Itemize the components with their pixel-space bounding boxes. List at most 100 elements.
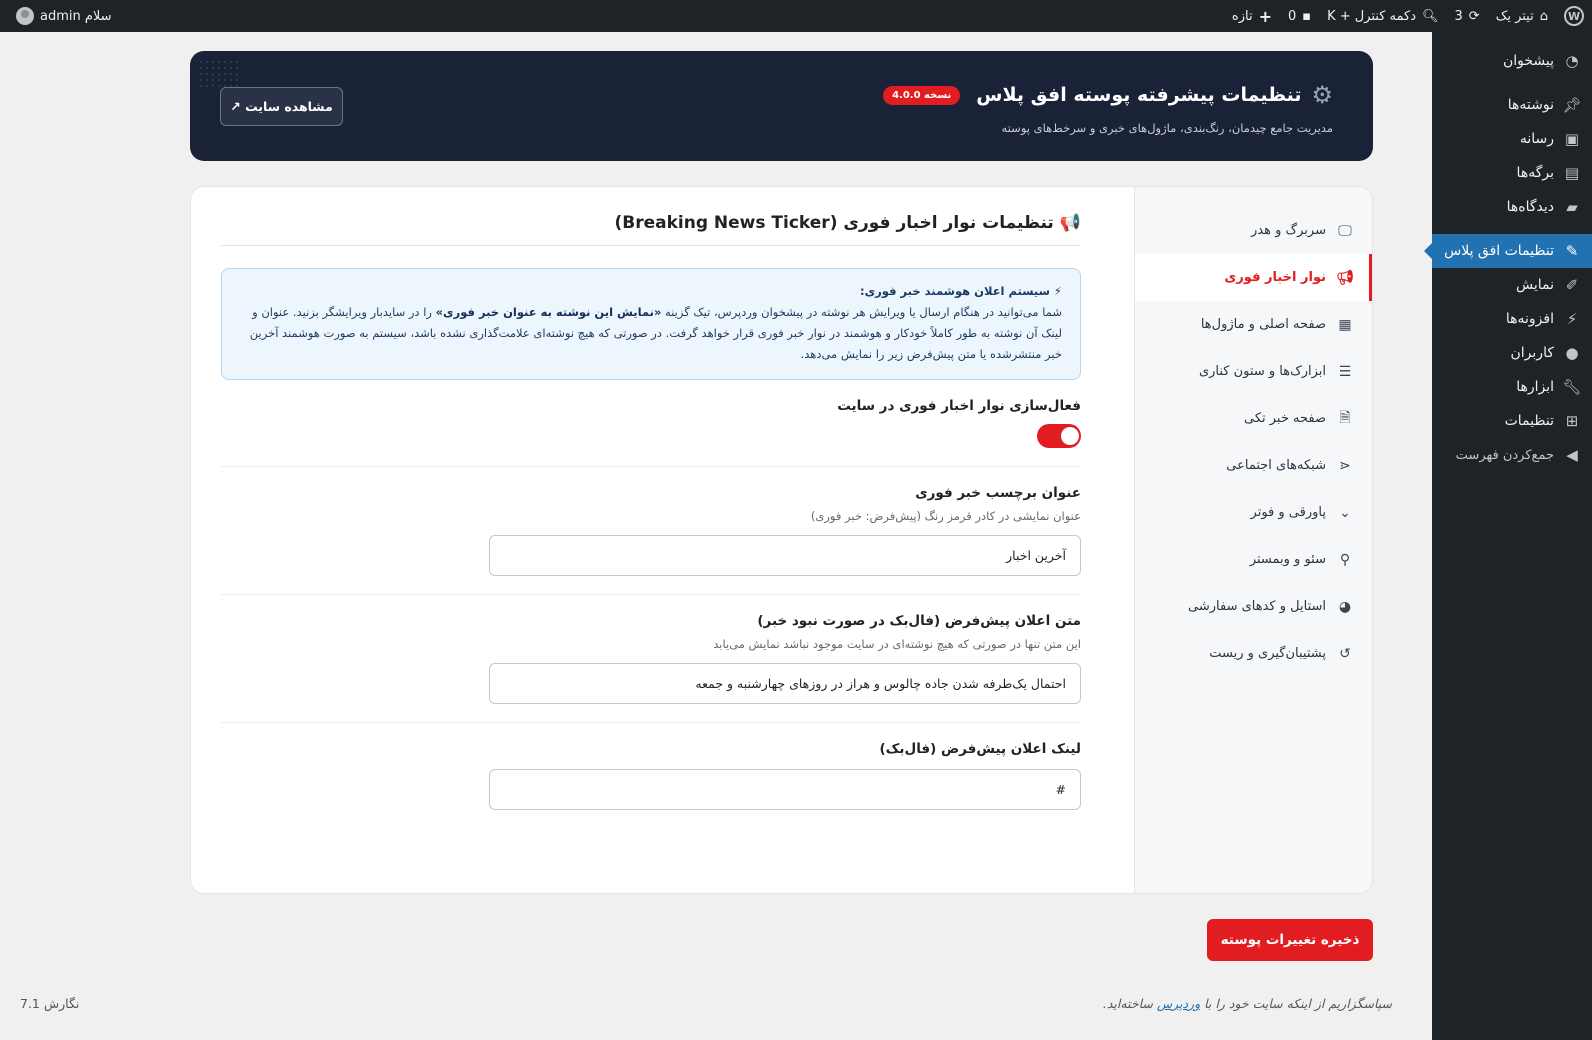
megaphone-icon: 📢 bbox=[1059, 213, 1081, 233]
new-label: تازه bbox=[1231, 8, 1253, 24]
menu-item-settings[interactable]: ⊞ تنظیمات bbox=[1432, 404, 1592, 438]
comment-icon: ▪ bbox=[1302, 8, 1312, 24]
layout-icon: ▦ bbox=[1338, 316, 1352, 333]
info-box: ⚡ سیستم اعلان هوشمند خبر فوری: شما می‌تو… bbox=[221, 268, 1081, 380]
section-title-text: تنظیمات نوار اخبار فوری (Breaking News T… bbox=[614, 213, 1054, 233]
field-label: عنوان برچسب خبر فوری bbox=[915, 485, 1081, 501]
menu-item-comments[interactable]: ▰ دیدگاه‌ها bbox=[1432, 190, 1592, 224]
settings-panel: 🖵 سربرگ و هدر 📢︎ نوار اخبار فوری ▦ صفحه … bbox=[190, 186, 1373, 894]
document-icon: 🗎 bbox=[1339, 409, 1351, 426]
dashboard-icon: ◔ bbox=[1565, 52, 1579, 70]
settings-main: 📢 تنظیمات نوار اخبار فوری (Breaking News… bbox=[221, 187, 1081, 828]
fallback-text-input[interactable]: احتمال یک‌طرفه شدن جاده چالوس و هراز در … bbox=[489, 663, 1081, 704]
settings-icon: ⊞ bbox=[1565, 412, 1579, 430]
field-fallback-text: متن اعلان پیش‌فرض (فال‌بک در صورت نبود خ… bbox=[221, 595, 1081, 723]
search-shortcut-label: دکمه کنترل + K bbox=[1327, 8, 1416, 24]
tab-custom-styles[interactable]: ◕ استایل و کدهای سفارشی bbox=[1135, 583, 1372, 630]
account-menu[interactable]: سلام admin bbox=[0, 7, 112, 25]
menu-item-ofogh-settings[interactable]: ✎ تنظیمات افق پلاس bbox=[1424, 234, 1592, 268]
appearance-icon: ✐ bbox=[1565, 276, 1579, 294]
megaphone-icon: 📢︎ bbox=[1336, 269, 1354, 286]
tab-footer[interactable]: ⌄ پاورقی و فوتر bbox=[1135, 489, 1372, 536]
tab-single-post[interactable]: 🗎 صفحه خبر تکی bbox=[1135, 395, 1372, 442]
menu-item-plugins[interactable]: ⚡︎ افزونه‌ها bbox=[1432, 302, 1592, 336]
field-label: لینک اعلان پیش‌فرض (فال‌بک) bbox=[879, 741, 1081, 757]
tab-social[interactable]: ⋖ شبکه‌های اجتماعی bbox=[1135, 442, 1372, 489]
search-icon: 🔍︎ bbox=[1422, 8, 1439, 24]
table-icon: ☰ bbox=[1338, 363, 1352, 380]
comments-count: 0 bbox=[1287, 8, 1297, 24]
field-description: عنوان نمایشی در کادر قرمز رنگ (پیش‌فرض: … bbox=[810, 509, 1081, 523]
share-icon: ⋖ bbox=[1339, 457, 1351, 474]
menu-collapse[interactable]: ◀ جمع‌کردن فهرست bbox=[1432, 438, 1592, 472]
field-enable-ticker: فعال‌سازی نوار اخبار فوری در سایت bbox=[221, 380, 1081, 467]
wordpress-link[interactable]: وردپرس bbox=[1157, 996, 1200, 1011]
comments-icon: ▰ bbox=[1566, 198, 1578, 216]
info-title: ⚡ سیستم اعلان هوشمند خبر فوری: bbox=[859, 284, 1062, 298]
plus-icon: + bbox=[1258, 6, 1272, 26]
menu-item-dashboard[interactable]: ◔ پیشخوان bbox=[1432, 44, 1592, 78]
monitor-icon: 🖵 bbox=[1338, 222, 1352, 239]
fallback-link-input[interactable]: # bbox=[489, 769, 1081, 810]
tab-backup-reset[interactable]: ↺ پشتیبان‌گیری و ریست bbox=[1135, 630, 1372, 677]
field-label: متن اعلان پیش‌فرض (فال‌بک در صورت نبود خ… bbox=[757, 613, 1081, 629]
media-icon: ▣ bbox=[1564, 130, 1580, 148]
info-text: شما می‌توانید در هنگام ارسال یا ویرایش ه… bbox=[249, 305, 1062, 361]
home-icon: ⌂ bbox=[1539, 8, 1548, 24]
updates-link[interactable]: ⟳ 3 bbox=[1447, 0, 1488, 32]
field-description: این متن تنها در صورتی که هیچ نوشته‌ای در… bbox=[713, 637, 1081, 651]
footer-version: نگارش 7.1 bbox=[20, 996, 80, 1011]
palette-icon: ◕ bbox=[1338, 598, 1352, 615]
pin-icon: 📌︎ bbox=[1562, 96, 1582, 114]
new-content-link[interactable]: + تازه bbox=[1224, 0, 1280, 32]
brush-icon: ✎ bbox=[1565, 242, 1579, 260]
updates-count: 3 bbox=[1454, 8, 1463, 24]
page-title: تنظیمات پیشرفته پوسته افق پلاس bbox=[976, 84, 1302, 106]
pages-icon: ▤ bbox=[1564, 164, 1580, 182]
search-icon: ⚲ bbox=[1339, 551, 1351, 568]
tab-header[interactable]: 🖵 سربرگ و هدر bbox=[1135, 207, 1372, 254]
hero-title-row: ⚙ تنظیمات پیشرفته پوسته افق پلاس نسخه 4.… bbox=[883, 83, 1333, 107]
admin-menu: ◔ پیشخوان 📌︎ نوشته‌ها ▣ رسانه ▤ برگه‌ها … bbox=[1424, 32, 1592, 1040]
site-name: تیتر یک bbox=[1495, 8, 1534, 24]
content-area: ⚙ تنظیمات پیشرفته پوسته افق پلاس نسخه 4.… bbox=[0, 32, 1432, 1040]
menu-item-pages[interactable]: ▤ برگه‌ها bbox=[1432, 156, 1592, 190]
users-icon: ● bbox=[1565, 344, 1579, 362]
save-button[interactable]: ذخیره تغییرات پوسته bbox=[1207, 919, 1373, 961]
gear-icon: ⚙ bbox=[1311, 81, 1333, 109]
field-fallback-link: لینک اعلان پیش‌فرض (فال‌بک) # bbox=[221, 723, 1081, 828]
tab-breaking-news[interactable]: 📢︎ نوار اخبار فوری bbox=[1135, 254, 1372, 301]
field-label: فعال‌سازی نوار اخبار فوری در سایت bbox=[837, 398, 1081, 414]
wordpress-logo[interactable]: W bbox=[1556, 0, 1592, 32]
section-title: 📢 تنظیمات نوار اخبار فوری (Breaking News… bbox=[221, 213, 1081, 246]
tools-icon: 🔧︎ bbox=[1562, 378, 1582, 396]
menu-item-media[interactable]: ▣ رسانه bbox=[1432, 122, 1592, 156]
page-subtitle: مدیریت جامع چیدمان، رنگ‌بندی، ماژول‌های … bbox=[1001, 121, 1333, 135]
menu-item-appearance[interactable]: ✐ نمایش bbox=[1432, 268, 1592, 302]
tab-homepage-modules[interactable]: ▦ صفحه اصلی و ماژول‌ها bbox=[1135, 301, 1372, 348]
enable-ticker-toggle[interactable] bbox=[1037, 424, 1081, 448]
menu-item-users[interactable]: ● کاربران bbox=[1432, 336, 1592, 370]
hero-header: ⚙ تنظیمات پیشرفته پوسته افق پلاس نسخه 4.… bbox=[190, 51, 1373, 161]
version-badge: نسخه 4.0.0 bbox=[883, 85, 961, 105]
search-shortcut[interactable]: 🔍︎ دکمه کنترل + K bbox=[1319, 0, 1446, 32]
site-name-link[interactable]: ⌂ تیتر یک bbox=[1488, 0, 1556, 32]
comments-link[interactable]: ▪ 0 bbox=[1280, 0, 1319, 32]
settings-tabs: 🖵 سربرگ و هدر 📢︎ نوار اخبار فوری ▦ صفحه … bbox=[1134, 187, 1372, 893]
chevron-down-icon: ⌄ bbox=[1339, 504, 1351, 521]
field-badge-title: عنوان برچسب خبر فوری عنوان نمایشی در کاد… bbox=[221, 467, 1081, 595]
menu-item-posts[interactable]: 📌︎ نوشته‌ها bbox=[1432, 88, 1592, 122]
badge-title-input[interactable]: آخرین اخبار bbox=[489, 535, 1081, 576]
tab-widgets-sidebar[interactable]: ☰ ابزارک‌ها و ستون کناری bbox=[1135, 348, 1372, 395]
history-icon: ↺ bbox=[1339, 645, 1351, 662]
admin-bar: W ⌂ تیتر یک ⟳ 3 🔍︎ دکمه کنترل + K ▪ 0 + … bbox=[0, 0, 1592, 32]
view-site-button[interactable]: مشاهده سایت ↗ bbox=[220, 87, 343, 126]
footer-thanks: سپاسگزاریم از اینکه سایت خود را با وردپر… bbox=[1102, 996, 1392, 1011]
collapse-icon: ◀ bbox=[1566, 446, 1578, 464]
wordpress-icon: W bbox=[1564, 6, 1584, 26]
avatar bbox=[16, 7, 34, 25]
refresh-icon: ⟳ bbox=[1468, 8, 1480, 24]
menu-item-tools[interactable]: 🔧︎ ابزارها bbox=[1432, 370, 1592, 404]
plugins-icon: ⚡︎ bbox=[1566, 310, 1578, 328]
tab-seo[interactable]: ⚲ سئو و وبمستر bbox=[1135, 536, 1372, 583]
